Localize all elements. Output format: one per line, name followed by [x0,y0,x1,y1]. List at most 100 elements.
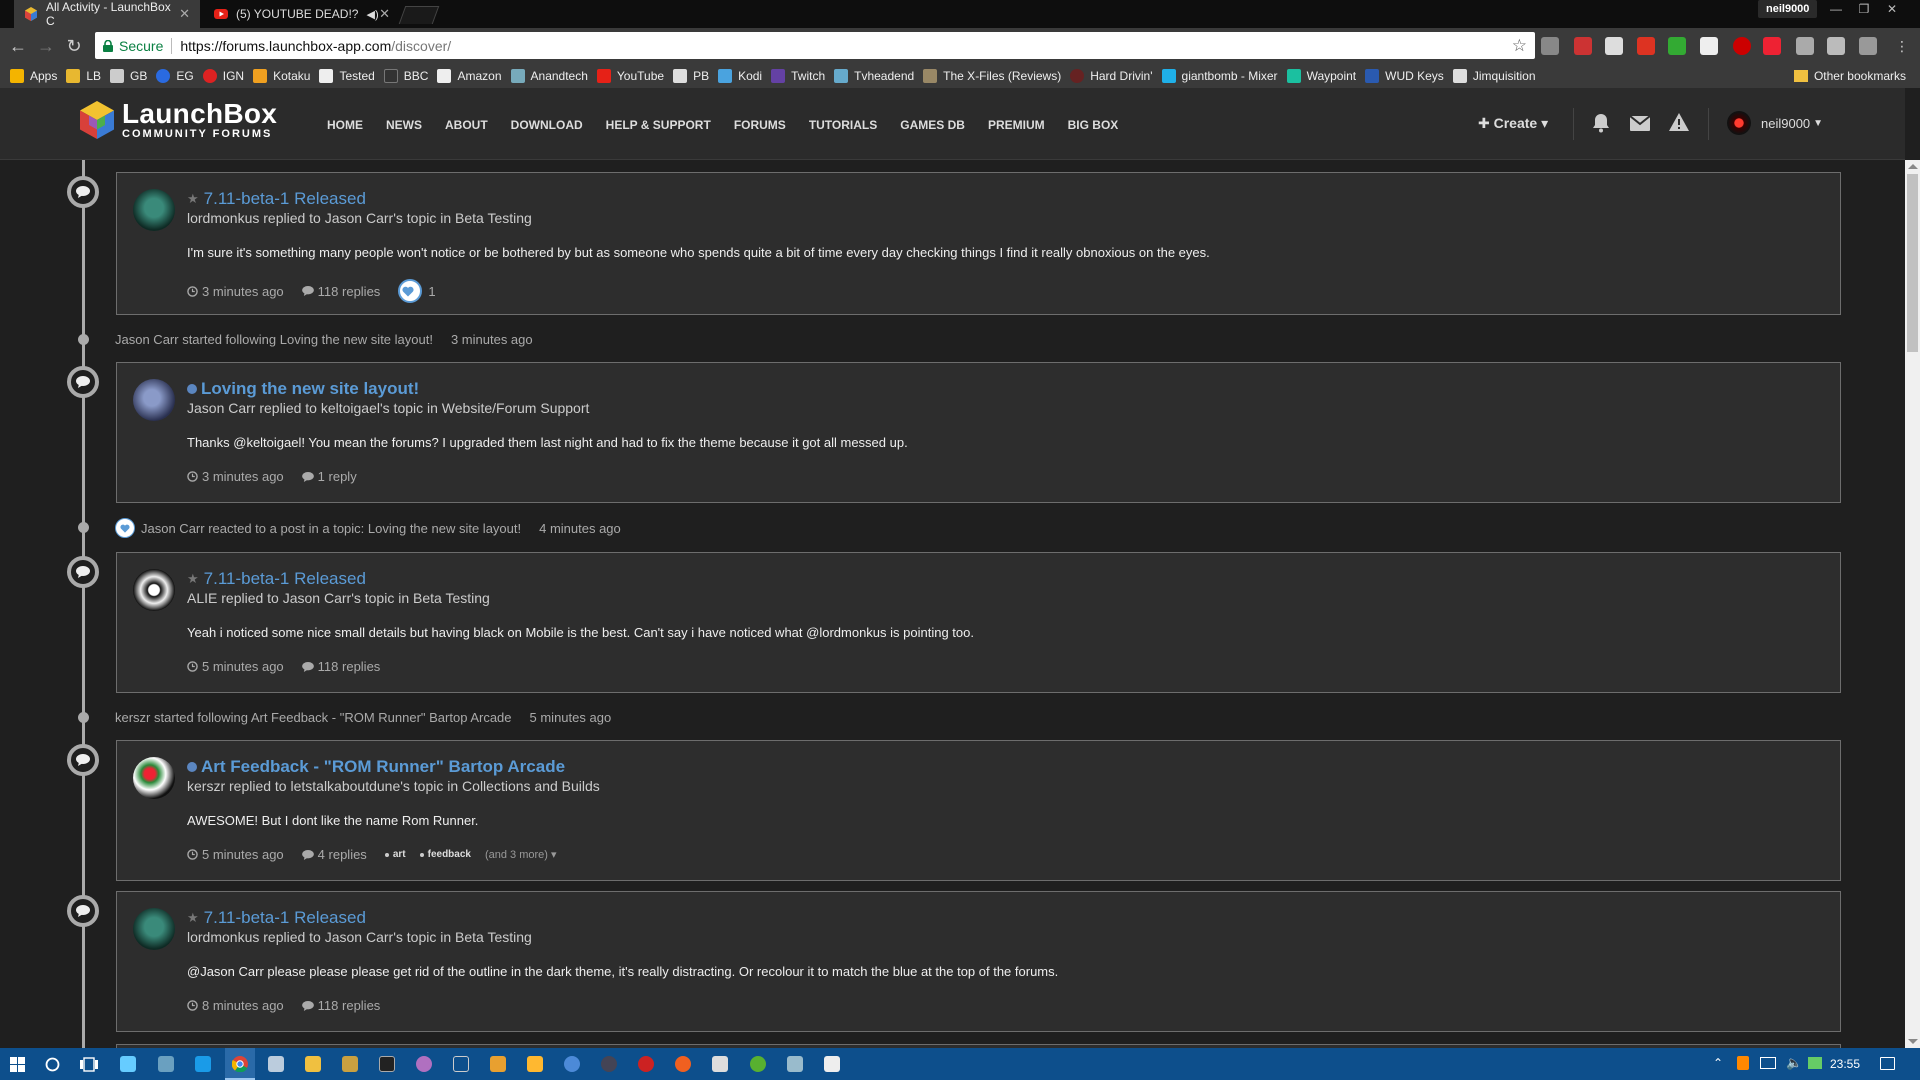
user-avatar[interactable] [133,569,175,611]
scroll-up-icon[interactable] [1908,164,1918,169]
windows-start-icon[interactable] [10,1057,25,1072]
bookmark-item[interactable]: Tvheadend [834,69,914,83]
bookmark-item[interactable]: IGN [202,69,244,83]
bookmark-item[interactable]: Kodi [718,69,762,83]
taskbar-app-icon[interactable] [120,1056,136,1072]
tab-close-icon[interactable]: ✕ [379,6,390,22]
messages-envelope-icon[interactable] [1630,116,1650,131]
nav-home[interactable]: HOME [327,118,363,132]
close-window-icon[interactable]: ✕ [1878,0,1906,18]
menu-icon[interactable]: ⋮ [1892,36,1912,56]
extension-icon[interactable] [1541,37,1559,55]
post-time[interactable]: 5 minutes ago [187,847,284,862]
tag-feedback[interactable]: feedback [420,849,471,860]
task-view-icon[interactable] [80,1057,98,1072]
topic-title[interactable]: Art Feedback - "ROM Runner" Bartop Arcad… [187,757,565,777]
user-avatar[interactable] [133,757,175,799]
taskbar-app-icon[interactable] [416,1056,432,1072]
search-icon[interactable] [45,1057,60,1072]
bookmark-item[interactable]: YouTube [596,69,664,83]
taskbar-app-icon[interactable] [342,1056,358,1072]
bookmark-item[interactable]: WUD Keys [1365,69,1444,83]
bookmark-item[interactable]: Hard Drivin' [1070,69,1153,83]
user-avatar[interactable] [133,379,175,421]
reply-count[interactable]: 118 replies [301,998,380,1013]
warning-icon[interactable] [1669,113,1689,131]
taskbar-app-icon[interactable] [601,1056,617,1072]
bookmark-item[interactable]: giantbomb - Mixer [1161,69,1278,83]
extension-icon[interactable] [1827,37,1845,55]
other-bookmarks[interactable]: Other bookmarks [1793,69,1906,83]
restore-icon[interactable]: ❐ [1850,0,1878,18]
bookmark-item[interactable]: Amazon [437,69,502,83]
taskbar-app-icon[interactable] [712,1056,728,1072]
bookmark-item[interactable]: GB [110,69,147,83]
reload-icon[interactable]: ↻ [64,36,84,56]
nav-about[interactable]: ABOUT [445,118,488,132]
gmail-extension-icon[interactable] [1574,37,1592,55]
tag-art[interactable]: art [385,849,406,860]
create-button[interactable]: ✚ Create ▾ [1478,115,1548,132]
post-time[interactable]: 3 minutes ago [187,469,284,484]
calendar-extension-icon[interactable] [1637,37,1655,55]
clock[interactable]: 23:55 [1830,1057,1860,1071]
bookmark-apps[interactable]: Apps [10,69,57,83]
audio-playing-icon[interactable]: ◀) [366,8,378,21]
nav-download[interactable]: DOWNLOAD [511,118,583,132]
new-tab-button[interactable] [398,6,440,24]
taskbar-app-icon[interactable] [787,1056,803,1072]
taskbar-app-icon[interactable] [527,1056,543,1072]
taskbar-app-icon[interactable] [564,1056,580,1072]
bookmark-item[interactable]: Waypoint [1286,69,1356,83]
page-scrollbar[interactable] [1905,160,1920,1048]
bookmark-star-icon[interactable]: ☆ [1512,36,1527,56]
extension-icon[interactable] [1763,37,1781,55]
reaction-heart-icon[interactable] [398,279,423,303]
reply-count[interactable]: 4 replies [301,847,367,862]
volume-icon[interactable]: 🔈 [1786,1055,1802,1071]
chevron-up-icon[interactable]: ⌃ [1713,1056,1723,1070]
nav-tutorials[interactable]: TUTORIALS [809,118,877,132]
back-icon[interactable]: ← [8,36,28,56]
steam-icon[interactable] [268,1056,284,1072]
drive-extension-icon[interactable] [1668,37,1686,55]
extension-icon[interactable] [1700,37,1718,55]
extension-icon[interactable] [1796,37,1814,55]
action-center-icon[interactable] [1880,1057,1895,1070]
tab-all-activity[interactable]: All Activity - LaunchBox C ✕ [14,0,200,28]
nav-premium[interactable]: PREMIUM [988,118,1045,132]
bookmark-item[interactable]: BBC [383,69,428,83]
reply-count[interactable]: 118 replies [301,284,380,299]
activity-text[interactable]: Jason Carr reacted to a post in a topic:… [141,521,521,536]
post-time[interactable]: 8 minutes ago [187,998,284,1013]
topic-title[interactable]: ★ 7.11-beta-1 Released [187,189,366,209]
nav-news[interactable]: NEWS [386,118,422,132]
search-extension-icon[interactable] [1859,37,1877,55]
edge-icon[interactable] [195,1056,211,1072]
network-icon[interactable] [1760,1057,1776,1069]
user-menu-button[interactable]: neil9000 ▼ [1727,111,1823,135]
file-explorer-icon[interactable] [305,1056,321,1072]
topic-title[interactable]: Loving the new site layout! [187,379,419,399]
launchbox-taskbar-icon[interactable] [490,1056,506,1072]
scroll-down-icon[interactable] [1908,1039,1918,1044]
post-time[interactable]: 3 minutes ago [187,284,284,299]
taskbar-app-icon[interactable] [158,1056,174,1072]
bookmark-item[interactable]: EG [156,69,194,83]
bookmark-item[interactable]: Anandtech [510,69,588,83]
minimize-icon[interactable]: — [1822,0,1850,18]
tab-close-icon[interactable]: ✕ [179,6,190,22]
topic-title[interactable]: ★ 7.11-beta-1 Released [187,908,366,928]
site-logo[interactable]: LaunchBox COMMUNITY FORUMS [80,100,277,140]
secure-indicator[interactable]: Secure [103,38,163,54]
bookmark-item[interactable]: LB [66,69,101,83]
taskbar-app-icon[interactable] [453,1056,469,1072]
activity-text[interactable]: kerszr started following Art Feedback - … [115,710,512,725]
bookmark-item[interactable]: The X-Files (Reviews) [923,69,1061,83]
nav-games-db[interactable]: GAMES DB [900,118,965,132]
taskbar-app-icon[interactable] [379,1056,395,1072]
tray-app-icon[interactable] [1737,1056,1749,1070]
adblock-extension-icon[interactable] [1733,37,1751,55]
bookmark-item[interactable]: Jimquisition [1452,69,1536,83]
bookmark-item[interactable]: Twitch [771,69,825,83]
